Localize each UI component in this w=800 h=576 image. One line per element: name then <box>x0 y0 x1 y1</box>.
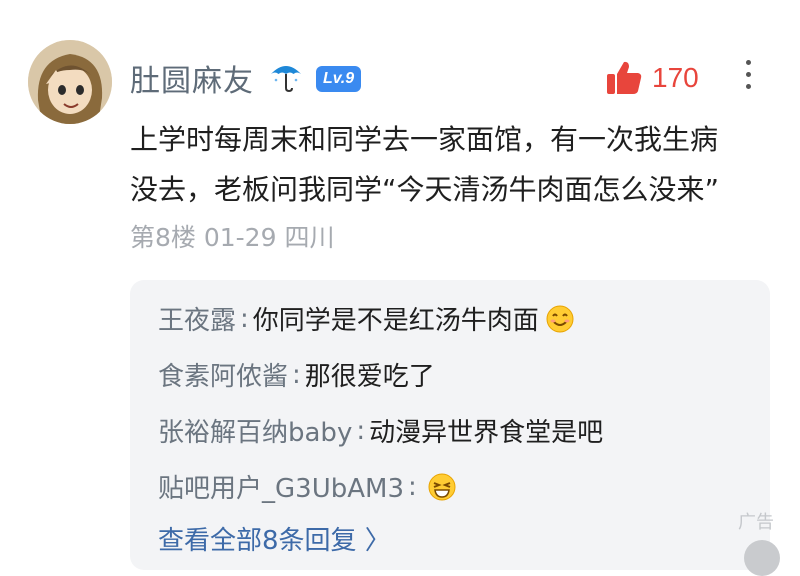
view-all-replies-link[interactable]: 查看全部8条回复 〉 <box>158 520 391 557</box>
grin-emoji-icon <box>428 473 456 500</box>
reply-item[interactable]: 贴吧用户_G3UbAM3 : <box>158 468 457 505</box>
post-meta: 第8楼 01-29 四川 <box>130 223 335 252</box>
ad-label: 广告 <box>738 512 774 533</box>
umbrella-icon <box>271 66 301 93</box>
reply-author[interactable]: 王夜露 <box>158 300 236 337</box>
reply-text: 那很爱吃了 <box>304 362 435 392</box>
post-content: 上学时每周末和同学去一家面馆，有一次我生病 没去，老板问我同学“今天清汤牛肉面怎… <box>130 115 790 215</box>
level-badge: Lv.9 <box>316 66 362 92</box>
reply-separator: : <box>408 471 417 502</box>
smile-emoji-icon <box>546 305 574 332</box>
reply-text: 动漫异世界食堂是吧 <box>369 418 604 448</box>
thumbs-up-icon[interactable] <box>604 58 644 98</box>
reply-item[interactable]: 王夜露 : 你同学是不是红汤牛肉面 <box>158 300 575 337</box>
floating-button[interactable] <box>744 540 780 576</box>
avatar[interactable] <box>28 40 112 124</box>
reply-item[interactable]: 食素阿侬酱 : 那很爱吃了 <box>158 356 435 393</box>
reply-item[interactable]: 张裕解百纳baby : 动漫异世界食堂是吧 <box>158 412 603 449</box>
more-menu-icon[interactable] <box>742 60 754 100</box>
username[interactable]: 肚圆麻友 <box>130 56 254 100</box>
reply-text: 你同学是不是红汤牛肉面 <box>252 306 539 336</box>
reply-author[interactable]: 食素阿侬酱 <box>158 356 288 393</box>
reply-author[interactable]: 张裕解百纳baby <box>158 412 352 449</box>
reply-separator: : <box>240 303 249 334</box>
reply-separator: : <box>292 359 301 390</box>
like-count: 170 <box>652 62 699 93</box>
replies-panel: 王夜露 : 你同学是不是红汤牛肉面 食素阿侬酱 : 那很爱吃了 张裕解百纳bab… <box>130 280 770 570</box>
post-content-line: 上学时每周末和同学去一家面馆，有一次我生病 <box>130 123 719 156</box>
post-content-line: 没去，老板问我同学“今天清汤牛肉面怎么没来” <box>130 173 720 206</box>
reply-separator: : <box>356 415 366 446</box>
reply-author[interactable]: 贴吧用户_G3UbAM3 <box>158 468 404 505</box>
